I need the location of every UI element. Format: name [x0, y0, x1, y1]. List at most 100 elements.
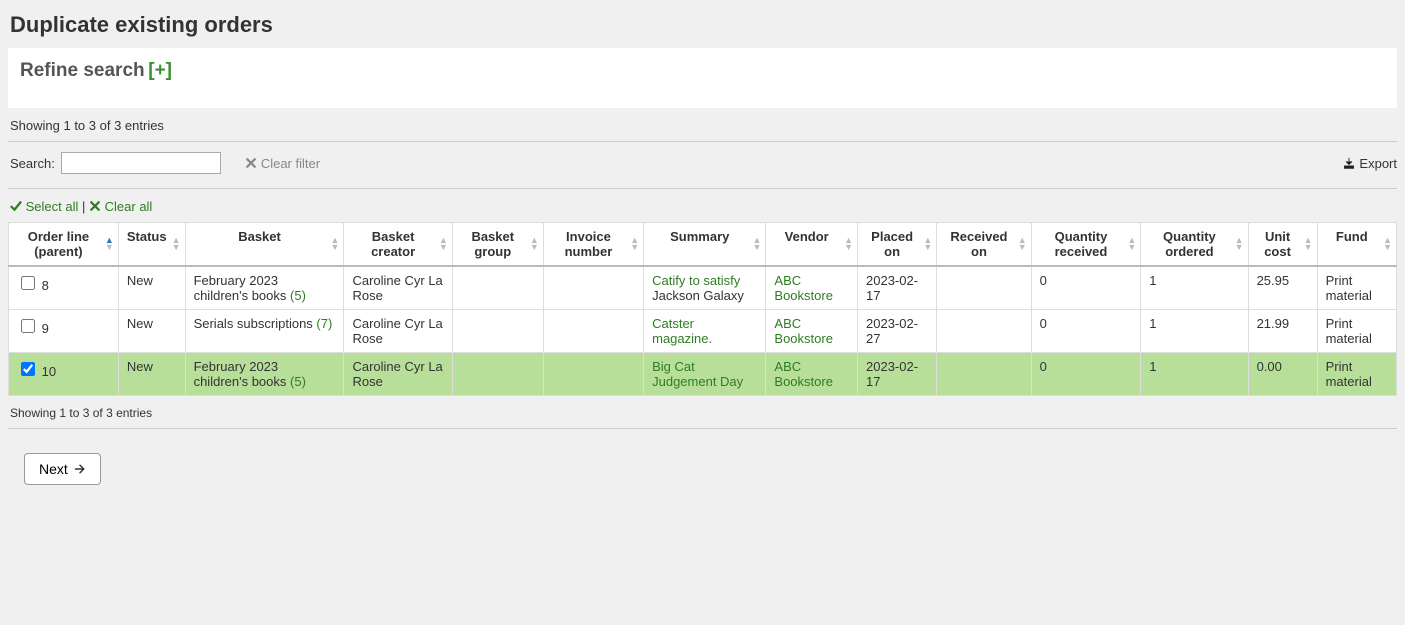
clear-all-link[interactable]: Clear all [89, 199, 152, 214]
arrow-right-icon [74, 463, 86, 475]
status-value: New [127, 316, 153, 331]
cell-qty-received: 0 [1031, 266, 1141, 310]
cell-qty-ordered: 1 [1141, 310, 1248, 353]
col-order-line[interactable]: Order line (parent)▲▼ [9, 223, 119, 267]
basket-name: February 2023 children's books [194, 359, 287, 389]
cell-fund: Print material [1317, 266, 1396, 310]
basket-link[interactable]: (5) [290, 288, 306, 303]
status-value: New [127, 273, 153, 288]
col-basket-group[interactable]: Basket group▲▼ [452, 223, 543, 267]
fund-value: Print material [1326, 359, 1372, 389]
sort-icon: ▲▼ [923, 237, 932, 251]
cell-unit-cost: 21.99 [1248, 310, 1317, 353]
cell-basket: Serials subscriptions (7) [185, 310, 344, 353]
export-button[interactable]: Export [1343, 156, 1397, 171]
divider [8, 188, 1397, 189]
expand-icon[interactable]: [+] [148, 60, 172, 81]
select-all-link[interactable]: Select all [10, 199, 82, 214]
qty-received-value: 0 [1040, 359, 1047, 374]
search-input[interactable] [61, 152, 221, 174]
col-status[interactable]: Status▲▼ [118, 223, 185, 267]
basket-link[interactable]: (7) [316, 316, 332, 331]
basket-name: Serials subscriptions [194, 316, 313, 331]
cell-basket-group [452, 266, 543, 310]
basket-creator-value: Caroline Cyr La Rose [352, 316, 442, 346]
sort-icon: ▲▼ [1127, 237, 1136, 251]
export-label: Export [1359, 156, 1397, 171]
col-qty-ordered[interactable]: Quantity ordered▲▼ [1141, 223, 1248, 267]
status-value: New [127, 359, 153, 374]
unit-cost-value: 25.95 [1257, 273, 1290, 288]
sort-icon: ▲▼ [1304, 237, 1313, 251]
cell-basket-group [452, 310, 543, 353]
cell-status: New [118, 353, 185, 396]
clear-all-label: Clear all [105, 199, 153, 214]
sort-icon: ▲▼ [331, 237, 340, 251]
vendor-link[interactable]: ABC Bookstore [774, 316, 833, 346]
cell-invoice-number [543, 310, 643, 353]
cell-status: New [118, 310, 185, 353]
sort-icon: ▲▼ [844, 237, 853, 251]
selection-toolbar: Select all | Clear all [10, 199, 1397, 214]
clear-filter-label: Clear filter [261, 156, 320, 171]
divider [8, 141, 1397, 142]
col-basket-creator[interactable]: Basket creator▲▼ [344, 223, 452, 267]
vendor-link[interactable]: ABC Bookstore [774, 273, 833, 303]
placed-on-value: 2023-02-17 [866, 359, 918, 389]
cell-placed-on: 2023-02-17 [858, 266, 937, 310]
col-placed-on[interactable]: Placed on▲▼ [858, 223, 937, 267]
sort-icon: ▲▼ [439, 237, 448, 251]
summary-link[interactable]: Catify to satisfy [652, 273, 740, 288]
col-summary[interactable]: Summary▲▼ [644, 223, 766, 267]
unit-cost-value: 0.00 [1257, 359, 1282, 374]
qty-received-value: 0 [1040, 316, 1047, 331]
basket-name: February 2023 children's books [194, 273, 287, 303]
basket-creator-value: Caroline Cyr La Rose [352, 273, 442, 303]
close-icon [245, 157, 257, 169]
cell-basket-group [452, 353, 543, 396]
col-basket[interactable]: Basket▲▼ [185, 223, 344, 267]
summary-link[interactable]: Catster magazine. [652, 316, 712, 346]
col-fund[interactable]: Fund▲▼ [1317, 223, 1396, 267]
vendor-link[interactable]: ABC Bookstore [774, 359, 833, 389]
divider [8, 428, 1397, 429]
fund-value: Print material [1326, 316, 1372, 346]
clear-filter-button[interactable]: Clear filter [245, 156, 320, 171]
cell-vendor: ABC Bookstore [766, 310, 858, 353]
cell-received-on [937, 353, 1031, 396]
cell-placed-on: 2023-02-27 [858, 310, 937, 353]
cell-placed-on: 2023-02-17 [858, 353, 937, 396]
refine-search-box[interactable]: Refine search [+] [8, 48, 1397, 108]
cell-qty-received: 0 [1031, 353, 1141, 396]
cell-received-on [937, 266, 1031, 310]
cell-summary: Catster magazine. [644, 310, 766, 353]
col-received-on[interactable]: Received on▲▼ [937, 223, 1031, 267]
placed-on-value: 2023-02-27 [866, 316, 918, 346]
table-header-row: Order line (parent)▲▼ Status▲▼ Basket▲▼ … [9, 223, 1397, 267]
basket-link[interactable]: (5) [290, 374, 306, 389]
next-button-label: Next [39, 461, 68, 477]
summary-link[interactable]: Big Cat Judgement Day [652, 359, 743, 389]
row-checkbox[interactable] [21, 319, 35, 333]
qty-ordered-value: 1 [1149, 273, 1156, 288]
check-icon [10, 200, 22, 212]
row-checkbox[interactable] [21, 362, 35, 376]
cell-qty-ordered: 1 [1141, 266, 1248, 310]
cell-summary: Big Cat Judgement Day [644, 353, 766, 396]
cell-qty-ordered: 1 [1141, 353, 1248, 396]
qty-received-value: 0 [1040, 273, 1047, 288]
row-checkbox[interactable] [21, 276, 35, 290]
page-title: Duplicate existing orders [10, 12, 1397, 38]
cell-qty-received: 0 [1031, 310, 1141, 353]
col-qty-received[interactable]: Quantity received▲▼ [1031, 223, 1141, 267]
col-unit-cost[interactable]: Unit cost▲▼ [1248, 223, 1317, 267]
cell-invoice-number [543, 266, 643, 310]
cell-basket: February 2023 children's books (5) [185, 266, 344, 310]
table-row: 10NewFebruary 2023 children's books (5)C… [9, 353, 1397, 396]
col-invoice-number[interactable]: Invoice number▲▼ [543, 223, 643, 267]
next-button[interactable]: Next [24, 453, 101, 485]
cell-unit-cost: 0.00 [1248, 353, 1317, 396]
sort-icon: ▲▼ [105, 237, 114, 251]
col-vendor[interactable]: Vendor▲▼ [766, 223, 858, 267]
cell-invoice-number [543, 353, 643, 396]
